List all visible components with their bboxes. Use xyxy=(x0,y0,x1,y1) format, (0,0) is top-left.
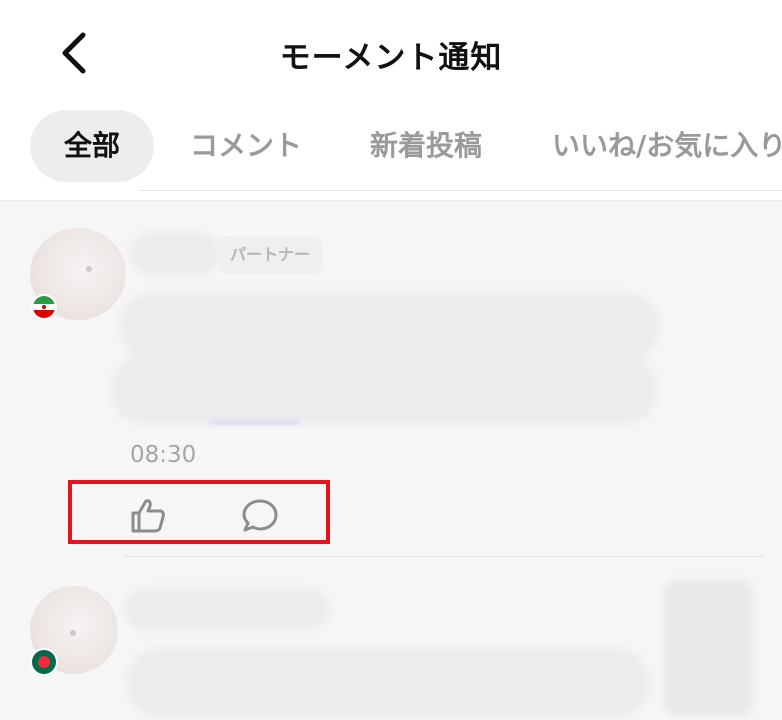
header: モーメント通知 全部 コメント 新着投稿 いいね/お気に入り xyxy=(0,0,782,201)
post-thumbnail[interactable] xyxy=(664,580,754,716)
content-placeholder xyxy=(126,648,650,718)
content-placeholder xyxy=(210,420,300,424)
actions-highlight xyxy=(68,480,330,544)
page-title: モーメント通知 xyxy=(279,40,503,76)
tab-bar: 全部 コメント 新着投稿 いいね/お気に入り xyxy=(0,110,782,182)
tab-all[interactable]: 全部 xyxy=(30,110,155,182)
iran-flag-icon xyxy=(31,294,57,320)
timestamp: 08:30 xyxy=(130,442,197,468)
comment-button[interactable] xyxy=(238,494,282,538)
divider xyxy=(124,556,764,557)
tab-divider xyxy=(140,190,782,191)
bangladesh-flag-icon xyxy=(30,648,58,676)
tab-comments[interactable]: コメント xyxy=(190,110,302,182)
like-button[interactable] xyxy=(126,494,170,538)
partner-badge: パートナー xyxy=(218,236,323,274)
speech-bubble-icon xyxy=(242,499,278,532)
username-placeholder xyxy=(130,232,220,276)
tab-new-posts[interactable]: 新着投稿 xyxy=(370,110,482,182)
thumbs-up-icon xyxy=(131,499,165,533)
tab-likes-favorites[interactable]: いいね/お気に入り xyxy=(552,110,782,182)
username-placeholder xyxy=(124,588,330,630)
content-placeholder xyxy=(110,356,658,424)
content-placeholder xyxy=(120,292,660,362)
